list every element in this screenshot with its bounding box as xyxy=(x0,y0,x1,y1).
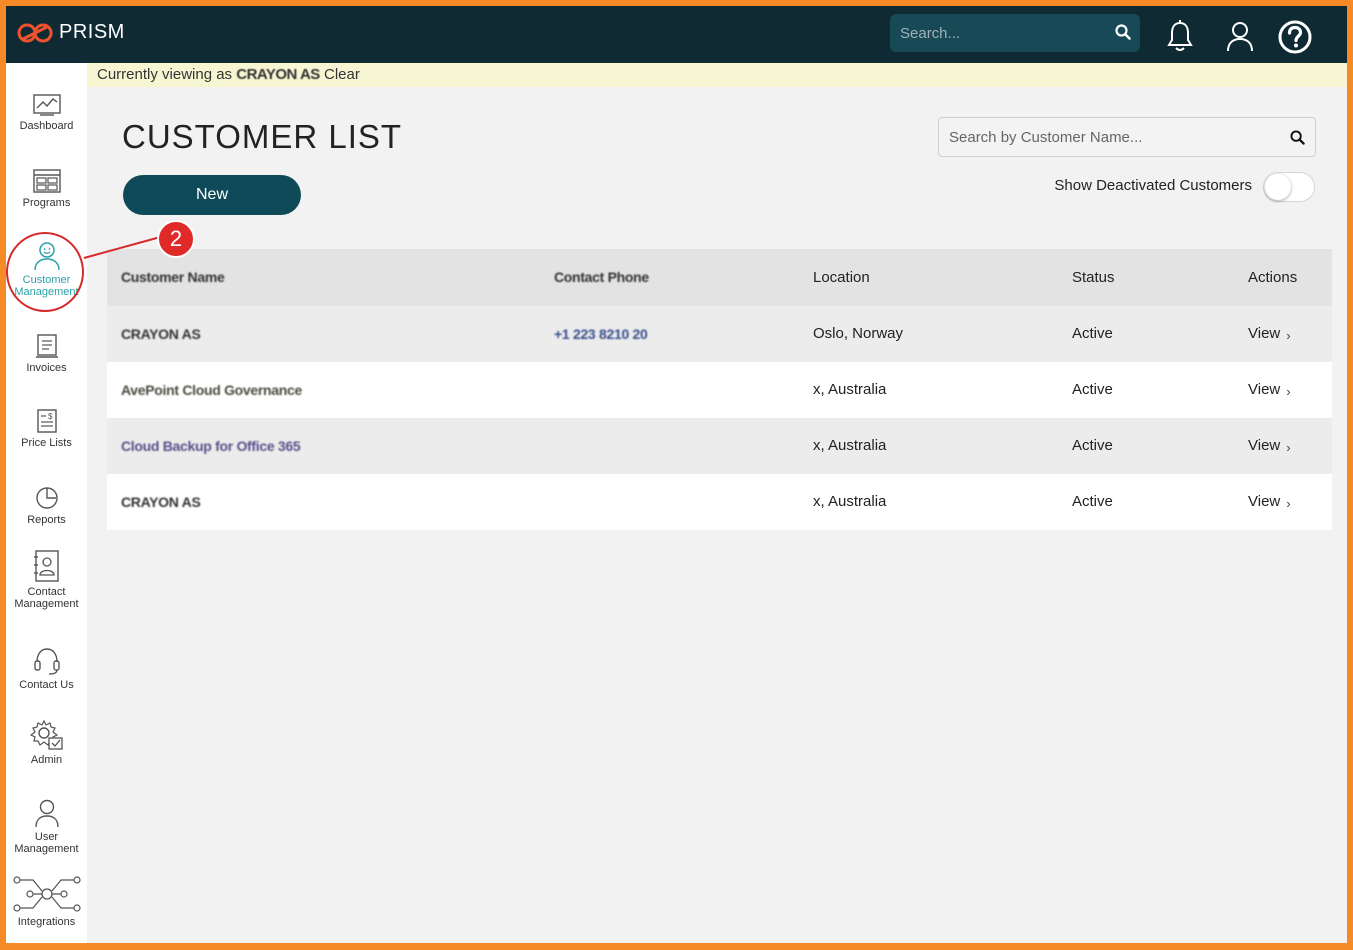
sidebar-item-label: Integrations xyxy=(17,916,76,928)
sidebar-item-price-lists[interactable]: $ Price Lists xyxy=(6,408,87,449)
column-header-location[interactable]: Location xyxy=(813,249,870,306)
sidebar-item-admin[interactable]: Admin xyxy=(6,719,87,766)
view-label: View xyxy=(1248,325,1281,342)
customer-table: Customer Name Contact Phone Location Sta… xyxy=(107,249,1332,530)
table-row[interactable]: CRAYON AS x, Australia Active View › xyxy=(107,474,1332,530)
customer-name-cell: CRAYON AS xyxy=(121,494,201,510)
sidebar-item-reports[interactable]: Reports xyxy=(6,485,87,526)
customer-name-cell: Cloud Backup for Office 365 xyxy=(121,438,301,454)
banner-customer-name: CRAYON AS xyxy=(236,66,320,83)
view-link[interactable]: View › xyxy=(1248,418,1291,476)
view-link[interactable]: View › xyxy=(1248,474,1291,532)
contact-book-icon xyxy=(6,549,87,583)
view-label: View xyxy=(1248,493,1281,510)
user-outline-icon xyxy=(6,798,87,828)
customer-name-cell: CRAYON AS xyxy=(121,326,201,342)
contact-phone-cell: +1 223 8210 20 xyxy=(554,326,648,342)
table-row[interactable]: Cloud Backup for Office 365 x, Australia… xyxy=(107,418,1332,474)
headset-icon xyxy=(6,646,87,676)
view-link[interactable]: View › xyxy=(1248,306,1291,364)
global-search xyxy=(890,14,1140,52)
show-deactivated-toggle[interactable] xyxy=(1263,172,1315,202)
sidebar-item-contact-us[interactable]: Contact Us xyxy=(6,646,87,691)
column-header-status[interactable]: Status xyxy=(1072,249,1115,306)
chevron-right-icon: › xyxy=(1286,384,1291,399)
customer-name-cell: AvePoint Cloud Governance xyxy=(121,382,303,398)
sidebar-item-label: Reports xyxy=(27,514,66,526)
chevron-right-icon: › xyxy=(1286,440,1291,455)
show-deactivated-label: Show Deactivated Customers xyxy=(1054,177,1252,194)
chevron-right-icon: › xyxy=(1286,496,1291,511)
sidebar-item-label: Contact Management xyxy=(14,586,79,610)
svg-text:$: $ xyxy=(48,412,53,421)
column-header-contact-phone[interactable]: Contact Phone xyxy=(554,249,649,306)
price-list-icon: $ xyxy=(6,408,87,434)
banner-clear-link[interactable]: Clear xyxy=(324,66,360,83)
sidebar-item-integrations[interactable]: Integrations xyxy=(6,875,87,928)
sidebar-item-label: Price Lists xyxy=(21,437,72,449)
location-cell: x, Australia xyxy=(813,437,887,454)
toggle-knob xyxy=(1265,174,1291,200)
annotation-highlight-circle xyxy=(6,232,84,312)
view-label: View xyxy=(1248,381,1281,398)
bell-icon[interactable] xyxy=(1166,20,1194,57)
view-label: View xyxy=(1248,437,1281,454)
view-link[interactable]: View › xyxy=(1248,362,1291,420)
sidebar-item-label: Admin xyxy=(30,754,63,766)
column-header-actions: Actions xyxy=(1248,269,1298,286)
status-cell: Active xyxy=(1072,493,1113,510)
location-cell: Oslo, Norway xyxy=(813,325,904,342)
search-icon[interactable] xyxy=(1290,130,1305,150)
viewing-as-banner: Currently viewing as CRAYON AS Clear xyxy=(87,63,1347,87)
sidebar-item-user-management[interactable]: User Management xyxy=(6,798,87,855)
invoice-icon xyxy=(6,333,87,359)
sidebar-item-label: Contact Us xyxy=(19,679,74,691)
table-header: Customer Name Contact Phone Location Sta… xyxy=(107,249,1332,306)
customer-search-input[interactable] xyxy=(939,118,1279,156)
table-row[interactable]: AvePoint Cloud Governance x, Australia A… xyxy=(107,362,1332,418)
user-icon[interactable] xyxy=(1226,20,1254,57)
status-cell: Active xyxy=(1072,381,1113,398)
help-icon[interactable] xyxy=(1278,20,1312,59)
sidebar-item-contact-management[interactable]: Contact Management xyxy=(6,549,87,610)
sidebar-item-label: User Management xyxy=(14,831,79,855)
status-cell: Active xyxy=(1072,325,1113,342)
admin-gear-icon xyxy=(6,719,87,751)
integrations-network-icon xyxy=(6,875,87,913)
table-row[interactable]: CRAYON AS +1 223 8210 20 Oslo, Norway Ac… xyxy=(107,306,1332,362)
annotation-step-badge: 2 xyxy=(157,220,195,258)
location-cell: x, Australia xyxy=(813,493,887,510)
chevron-right-icon: › xyxy=(1286,328,1291,343)
app-window: PRISM Dashboard Programs xyxy=(6,6,1347,943)
customer-search xyxy=(938,117,1316,157)
status-cell: Active xyxy=(1072,437,1113,454)
pie-chart-icon xyxy=(6,485,87,511)
search-icon[interactable] xyxy=(1115,24,1131,45)
sidebar-item-invoices[interactable]: Invoices xyxy=(6,333,87,374)
location-cell: x, Australia xyxy=(813,381,887,398)
sidebar-item-label: Invoices xyxy=(26,362,67,374)
global-search-input[interactable] xyxy=(890,14,1105,52)
top-bar: PRISM xyxy=(6,6,1347,63)
